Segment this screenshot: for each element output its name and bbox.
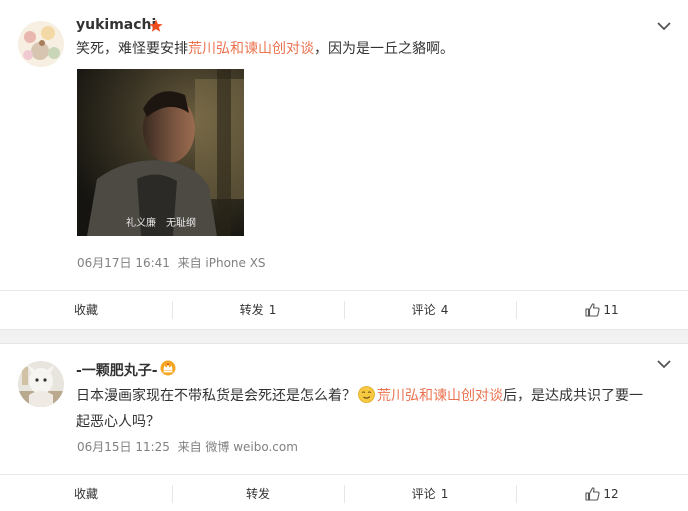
- post-text-before: 笑死，难怪要安排: [76, 41, 188, 57]
- chevron-down-icon[interactable]: [655, 20, 673, 32]
- chevron-down-icon[interactable]: [655, 358, 673, 370]
- post-text: 日本漫画家现在不带私货是会死还是怎么着？ 荒川弘和谏山创对谈后，是达成共识了要一…: [76, 383, 656, 435]
- post-date[interactable]: 06月15日 11:25: [77, 440, 170, 454]
- repost-button[interactable]: 转发: [172, 475, 344, 511]
- post-date[interactable]: 06月17日 16:41: [77, 256, 170, 270]
- favorite-button[interactable]: 收藏: [0, 291, 172, 328]
- repost-button[interactable]: 转发 1: [172, 291, 344, 328]
- post-card-2: -一颗肥丸子- 日本漫画家现在不带私货是会死还是怎么着？ 荒川弘和谏山创对谈后，…: [0, 343, 688, 511]
- post-source: 来自 微博 weibo.com: [177, 440, 298, 454]
- comment-count: 1: [440, 486, 449, 501]
- post-meta: 06月17日 16:41 来自 iPhone XS: [77, 254, 266, 271]
- user-avatar[interactable]: [18, 361, 64, 407]
- like-button[interactable]: 12: [516, 475, 688, 511]
- like-count: 12: [603, 486, 619, 501]
- thumbs-up-icon: [585, 486, 600, 501]
- favorite-label: 收藏: [73, 487, 98, 501]
- like-button[interactable]: 11: [516, 291, 688, 328]
- repost-label: 转发: [239, 303, 264, 317]
- comment-label: 评论: [411, 303, 436, 317]
- post-actions: 收藏 转发 评论 1 12: [0, 474, 688, 511]
- user-avatar[interactable]: [18, 21, 64, 67]
- favorite-button[interactable]: 收藏: [0, 475, 172, 511]
- username[interactable]: yukimachi: [76, 17, 156, 33]
- post-text-before: 日本漫画家现在不带私货是会死还是怎么着？: [76, 388, 356, 404]
- repost-count: 1: [268, 302, 277, 317]
- thumbs-up-icon: [585, 302, 600, 317]
- comment-button[interactable]: 评论 4: [344, 291, 516, 328]
- topic-link[interactable]: 荒川弘和谏山创对谈: [377, 388, 503, 404]
- post-text: 笑死，难怪要安排荒川弘和谏山创对谈，因为是一丘之貉啊。: [76, 36, 656, 62]
- post-card-1: yukimachi 笑死，难怪要安排荒川弘和谏山创对谈，因为是一丘之貉啊。 礼义…: [0, 0, 688, 330]
- member-star-icon[interactable]: [149, 19, 163, 33]
- topic-link[interactable]: 荒川弘和谏山创对谈: [188, 41, 314, 57]
- post-source: 来自 iPhone XS: [177, 256, 266, 270]
- post-image[interactable]: 礼义廉 无耻纲: [77, 69, 244, 236]
- smirk-emoji-icon: [358, 386, 375, 403]
- post-text-after: ，因为是一丘之貉啊。: [314, 41, 454, 57]
- repost-label: 转发: [245, 487, 270, 501]
- post-actions: 收藏 转发 1 评论 4 11: [0, 290, 688, 328]
- image-caption: 礼义廉 无耻纲: [126, 218, 196, 229]
- post-meta: 06月15日 11:25 来自 微博 weibo.com: [77, 438, 298, 455]
- like-count: 11: [603, 302, 619, 317]
- username[interactable]: -一颗肥丸子-: [76, 360, 158, 380]
- comment-count: 4: [440, 302, 449, 317]
- comment-label: 评论: [411, 487, 436, 501]
- favorite-label: 收藏: [73, 303, 98, 317]
- crown-badge-icon[interactable]: [160, 360, 176, 376]
- comment-button[interactable]: 评论 1: [344, 475, 516, 511]
